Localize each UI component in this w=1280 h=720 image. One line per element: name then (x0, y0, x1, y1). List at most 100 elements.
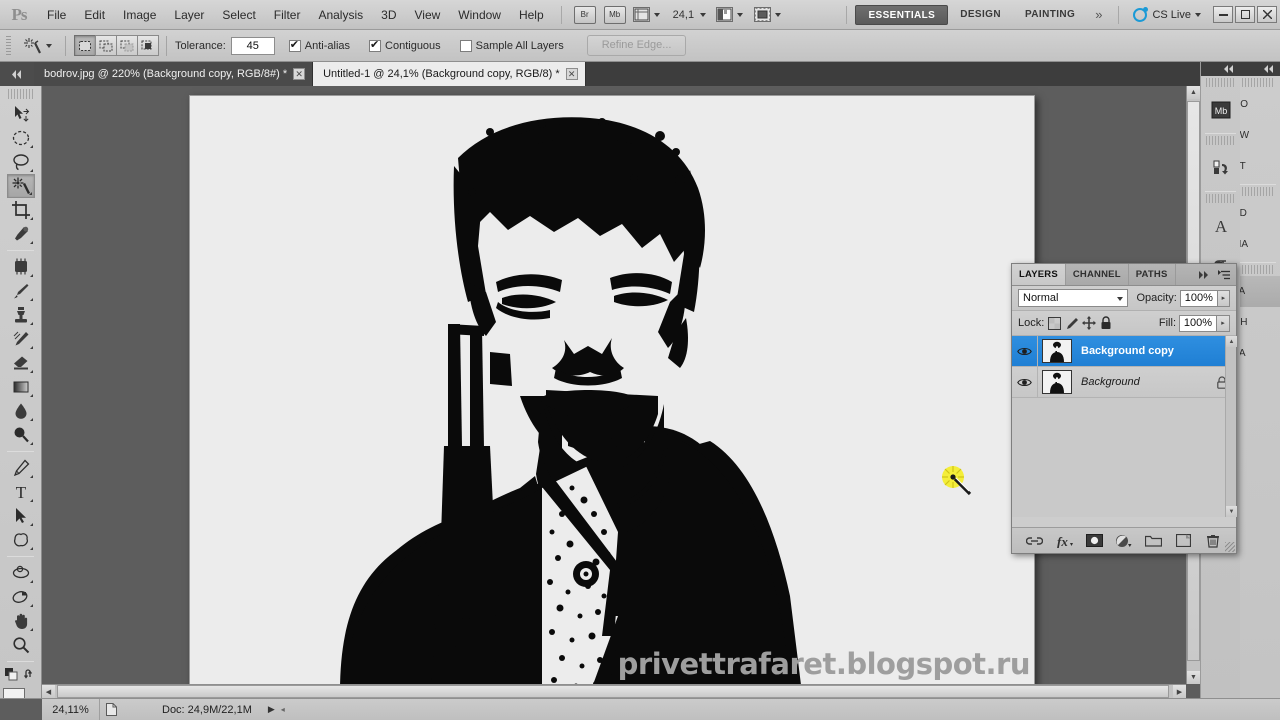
document-tab-untitled-1[interactable]: Untitled-1 @ 24,1% (Background copy, RGB… (313, 62, 586, 86)
new-selection-button[interactable] (74, 35, 96, 56)
canvas-horizontal-scrollbar[interactable]: ◀ ▶ (42, 684, 1186, 698)
close-button[interactable] (1257, 6, 1277, 23)
menu-3d[interactable]: 3D (372, 0, 405, 30)
path-selection-tool[interactable] (7, 504, 35, 528)
refine-edge-button[interactable]: Refine Edge... (586, 35, 687, 56)
document-tab-bodrov[interactable]: bodrov.jpg @ 220% (Background copy, RGB/… (34, 62, 314, 86)
tabbar-collapse-button[interactable] (0, 62, 34, 86)
lock-transparent-pixels-button[interactable] (1047, 316, 1062, 331)
menu-file[interactable]: File (38, 0, 75, 30)
lasso-tool[interactable] (7, 150, 35, 174)
maximize-button[interactable] (1235, 6, 1255, 23)
brush-tool[interactable] (7, 279, 35, 303)
tool-preset-picker[interactable] (17, 34, 57, 58)
status-expand-button[interactable]: ▶ (268, 704, 275, 715)
canvas-scroll-up-button[interactable]: ▲ (1187, 86, 1200, 99)
tab-paths[interactable]: PATHS (1129, 264, 1176, 285)
custom-shape-tool[interactable] (7, 528, 35, 552)
dock-item-mini-bridge[interactable]: Mb (1201, 89, 1240, 131)
workspace-essentials[interactable]: ESSENTIALS (855, 4, 949, 25)
new-adjustment-layer-icon[interactable] (1115, 532, 1133, 550)
canvas-scroll-left-button[interactable]: ◀ (42, 685, 55, 698)
contiguous-checkbox[interactable]: Contiguous (369, 38, 446, 52)
layers-panel-menu-button[interactable] (1213, 264, 1236, 285)
panel-dock-inner-grip-3[interactable] (1206, 194, 1235, 203)
menu-help[interactable]: Help (510, 0, 553, 30)
menubar-zoom-value[interactable]: 24,1 (673, 9, 694, 21)
minimize-button[interactable] (1213, 6, 1233, 23)
document-tab-untitled-1-close-icon[interactable]: ✕ (565, 68, 578, 80)
tab-layers[interactable]: LAYERS (1012, 264, 1066, 285)
tab-channels[interactable]: CHANNEL (1066, 264, 1129, 285)
menu-image[interactable]: Image (114, 0, 165, 30)
canvas-scroll-right-button[interactable]: ▶ (1173, 685, 1186, 698)
menu-view[interactable]: View (405, 0, 449, 30)
layers-panel-scrollbar[interactable]: ▲ ▼ (1225, 336, 1237, 517)
layer-row-background-copy[interactable]: Background copy (1012, 335, 1236, 367)
sample-all-layers-checkbox[interactable]: Sample All Layers (459, 39, 569, 52)
opacity-input[interactable] (1179, 289, 1218, 307)
dock-item-character[interactable]: A (1201, 205, 1240, 247)
options-bar-grip[interactable] (6, 35, 11, 56)
dodge-tool[interactable] (7, 423, 35, 447)
panel-dock-inner-grip-2[interactable] (1206, 136, 1235, 145)
launch-mini-bridge-button[interactable]: Mb (603, 5, 626, 24)
add-to-selection-button[interactable] (95, 35, 117, 56)
hand-tool[interactable] (7, 609, 35, 633)
screen-mode-button[interactable] (754, 7, 782, 22)
history-brush-tool[interactable] (7, 327, 35, 351)
layer-name-background-copy[interactable]: Background copy (1081, 345, 1236, 357)
eyedropper-tool[interactable] (7, 222, 35, 246)
launch-bridge-button[interactable]: Br (573, 5, 596, 24)
elliptical-marquee-tool[interactable] (7, 126, 35, 150)
add-layer-mask-icon[interactable] (1085, 532, 1103, 550)
eraser-tool[interactable] (7, 351, 35, 375)
layer-style-icon[interactable]: fx (1056, 532, 1074, 550)
subtract-from-selection-button[interactable] (116, 35, 138, 56)
new-layer-icon[interactable] (1174, 532, 1192, 550)
type-tool[interactable]: T (7, 480, 35, 504)
menu-edit[interactable]: Edit (75, 0, 114, 30)
panel-dock-inner-grip-1[interactable] (1206, 78, 1235, 87)
default-colors-icon[interactable] (4, 667, 18, 681)
magic-wand-tool[interactable] (6, 174, 35, 198)
layer-row-background[interactable]: Background (1012, 366, 1236, 398)
gradient-tool[interactable] (7, 375, 35, 399)
menubar-zoom-chevron-down-icon[interactable] (700, 12, 707, 17)
workspace-more-button[interactable]: » (1087, 7, 1110, 22)
lock-all-button[interactable] (1098, 316, 1113, 331)
3d-orbit-tool[interactable] (7, 585, 35, 609)
layer-name-background[interactable]: Background (1081, 376, 1216, 388)
menu-layer[interactable]: Layer (165, 0, 213, 30)
3d-rotate-tool[interactable] (7, 561, 35, 585)
layers-scroll-up-button[interactable]: ▲ (1226, 336, 1237, 347)
layers-scroll-down-button[interactable]: ▼ (1226, 506, 1237, 517)
swap-colors-icon[interactable] (23, 668, 37, 681)
toolbox-grip[interactable] (8, 89, 33, 99)
fill-stepper[interactable]: ▸ (1217, 314, 1230, 332)
layers-panel-resize-handle[interactable] (1225, 542, 1235, 552)
view-extras-button[interactable] (632, 7, 660, 22)
panel-dock-inner-collapse-button[interactable] (1201, 62, 1240, 76)
blend-mode-select[interactable]: Normal (1018, 289, 1129, 307)
link-layers-icon[interactable] (1026, 532, 1044, 550)
opacity-stepper[interactable]: ▸ (1217, 289, 1230, 307)
lock-position-button[interactable] (1081, 316, 1096, 331)
pen-tool[interactable] (7, 456, 35, 480)
canvas-horizontal-scroll-thumb[interactable] (57, 685, 1169, 698)
menu-analysis[interactable]: Analysis (309, 0, 372, 30)
fill-input[interactable] (1179, 314, 1217, 332)
move-tool[interactable] (7, 102, 35, 126)
canvas[interactable]: privettrafaret.blogspot.ru (189, 95, 1035, 692)
menu-window[interactable]: Window (449, 0, 510, 30)
intersect-with-selection-button[interactable] (137, 35, 159, 56)
lock-image-pixels-button[interactable] (1064, 316, 1079, 331)
document-tab-bodrov-close-icon[interactable]: ✕ (293, 68, 306, 80)
menu-filter[interactable]: Filter (265, 0, 310, 30)
spot-healing-brush-tool[interactable] (7, 255, 35, 279)
zoom-tool[interactable] (7, 633, 35, 657)
dock-item-history[interactable] (1201, 147, 1240, 189)
crop-tool[interactable] (7, 198, 35, 222)
layer-visibility-toggle-background-copy[interactable] (1012, 335, 1038, 367)
menu-select[interactable]: Select (213, 0, 264, 30)
